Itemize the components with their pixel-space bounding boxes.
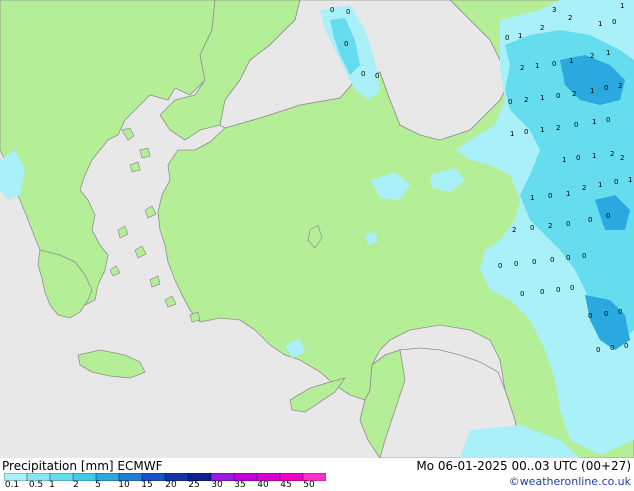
point-value: 2 — [610, 150, 614, 158]
point-value: 0 — [604, 84, 608, 92]
point-value: 0 — [588, 312, 592, 320]
point-value: 1 — [590, 87, 594, 95]
point-value: 0 — [532, 258, 536, 266]
credit-link[interactable]: ©weatheronline.co.uk — [509, 475, 631, 489]
product-title: Precipitation [mm] ECMWF — [2, 459, 162, 473]
scale-tick-label: 1 — [49, 480, 55, 490]
point-value: 0 — [556, 92, 560, 100]
point-value: 0 — [582, 252, 586, 260]
product-name: Precipitation [mm] — [2, 459, 114, 473]
map-footer: Precipitation [mm] ECMWF Mo 06-01-2025 0… — [0, 458, 634, 490]
point-value: 0 — [330, 6, 334, 14]
point-value: 1 — [569, 57, 573, 65]
scale-tick-label: 50 — [303, 480, 315, 490]
point-value: 2 — [620, 154, 624, 162]
point-value: 0 — [346, 8, 350, 16]
point-value: 0 — [576, 154, 580, 162]
scale-tick-label: 30 — [211, 480, 223, 490]
point-value: 1 — [540, 94, 544, 102]
point-value: 2 — [520, 64, 524, 72]
point-value: 0 — [618, 308, 622, 316]
point-value: 2 — [590, 52, 594, 60]
point-value: 3 — [552, 6, 556, 14]
scale-tick-label: 2 — [73, 480, 79, 490]
point-value: 2 — [582, 184, 586, 192]
scale-tick-label: 0.1 — [4, 480, 20, 490]
point-value: 0 — [524, 128, 528, 136]
point-value: 1 — [620, 2, 624, 10]
point-value: 0 — [344, 40, 348, 48]
point-value: 2 — [572, 90, 576, 98]
scale-tick-label: 40 — [257, 480, 269, 490]
scale-tick-label: 20 — [165, 480, 177, 490]
point-value: 2 — [512, 226, 516, 234]
scale-tick-label: 0.5 — [28, 480, 44, 490]
point-value: 2 — [548, 222, 552, 230]
point-value: 1 — [562, 156, 566, 164]
point-value: 0 — [606, 116, 610, 124]
point-value: 2 — [524, 96, 528, 104]
scale-tick-label: 10 — [118, 480, 130, 490]
point-value: 1 — [606, 49, 610, 57]
scale-tick-label: 25 — [188, 480, 200, 490]
point-value: 1 — [598, 181, 602, 189]
point-value: 0 — [604, 310, 608, 318]
point-value: 1 — [592, 152, 596, 160]
point-value: 0 — [552, 60, 556, 68]
scale-tick-label: 35 — [234, 480, 246, 490]
point-value: 0 — [514, 260, 518, 268]
point-value: 0 — [624, 342, 628, 350]
point-value: 0 — [566, 220, 570, 228]
point-value: 0 — [498, 262, 502, 270]
point-value: 1 — [535, 62, 539, 70]
point-value: 1 — [518, 32, 522, 40]
point-value: 0 — [556, 286, 560, 294]
point-value: 0 — [606, 212, 610, 220]
point-value: 2 — [556, 124, 560, 132]
point-value: 0 — [566, 254, 570, 262]
point-value: 0 — [614, 178, 618, 186]
scale-tick-label: 5 — [95, 480, 101, 490]
point-value: 2 — [540, 24, 544, 32]
point-value: 0 — [520, 290, 524, 298]
point-value: 0 — [570, 284, 574, 292]
point-value: 1 — [628, 176, 632, 184]
point-value: 1 — [592, 118, 596, 126]
point-value: 0 — [588, 216, 592, 224]
point-value: 1 — [510, 130, 514, 138]
point-value: 0 — [550, 256, 554, 264]
point-value: 0 — [361, 70, 365, 78]
point-value: 0 — [610, 344, 614, 352]
point-value: 0 — [574, 121, 578, 129]
precipitation-map: 0 1 2 3 2 1 0 1 2 1 0 1 2 1 0 2 1 0 2 1 0 2 1 0 1 2 0 1 0 2 1 0 1 2 1 0 1 2 1 0… — [0, 0, 634, 458]
point-value: 2 — [568, 14, 572, 22]
point-value: 1 — [598, 20, 602, 28]
point-value: 1 — [530, 194, 534, 202]
point-value: 0 — [612, 18, 616, 26]
point-value: 0 — [508, 98, 512, 106]
valid-time: Mo 06-01-2025 00..03 UTC (00+27) — [416, 459, 631, 473]
point-value: 0 — [540, 288, 544, 296]
point-value: 1 — [540, 126, 544, 134]
point-value: 0 — [375, 72, 379, 80]
point-value: 0 — [530, 224, 534, 232]
point-value: 0 — [548, 192, 552, 200]
scale-tick-label: 45 — [280, 480, 292, 490]
point-value: 0 — [596, 346, 600, 354]
point-value: 0 — [505, 34, 509, 42]
point-value: 2 — [618, 82, 622, 90]
point-value: 1 — [566, 190, 570, 198]
model-name: ECMWF — [117, 459, 163, 473]
scale-tick-label: 15 — [141, 480, 153, 490]
